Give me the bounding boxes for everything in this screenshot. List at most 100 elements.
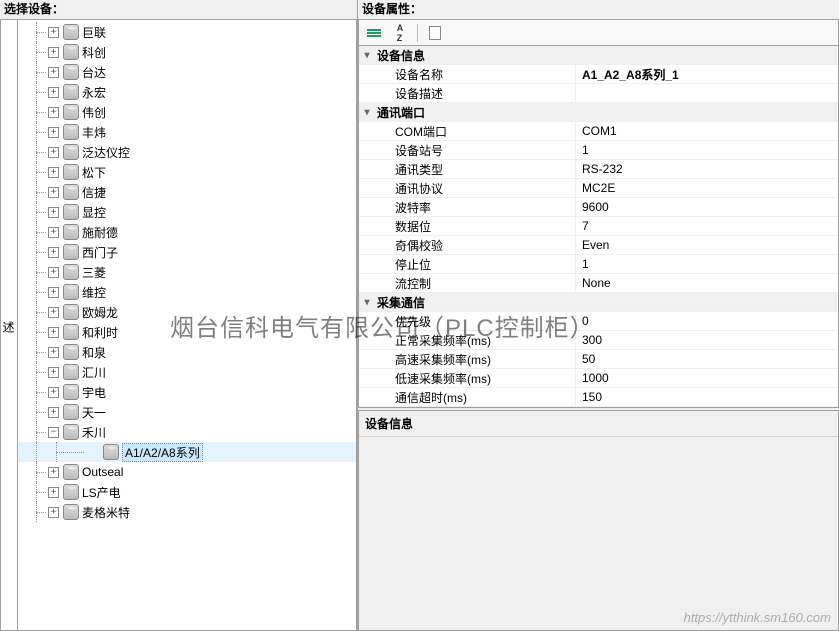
tree-node-vendor[interactable]: +伟创 — [18, 102, 356, 122]
device-group-icon — [63, 364, 79, 380]
expand-icon[interactable]: + — [48, 67, 59, 78]
property-group-header[interactable]: ▾设备信息 — [359, 46, 838, 65]
property-row[interactable]: COM端口COM1 — [359, 122, 838, 141]
expand-icon[interactable]: + — [48, 347, 59, 358]
property-value[interactable]: RS-232 — [575, 160, 838, 178]
property-row[interactable]: 数据位7 — [359, 217, 838, 236]
tree-node-vendor[interactable]: +信捷 — [18, 182, 356, 202]
expand-icon[interactable]: + — [48, 387, 59, 398]
property-row[interactable]: 高速采集频率(ms)50 — [359, 350, 838, 369]
property-value[interactable]: 0 — [575, 312, 838, 330]
property-value[interactable]: Even — [575, 236, 838, 254]
tree-node-label: 松下 — [82, 164, 106, 181]
collapse-icon[interactable]: − — [48, 427, 59, 438]
property-group-header[interactable]: ▾采集通信 — [359, 293, 838, 312]
expand-icon[interactable]: + — [48, 247, 59, 258]
expand-icon[interactable]: + — [48, 307, 59, 318]
expand-icon[interactable]: + — [48, 287, 59, 298]
property-value[interactable] — [575, 84, 838, 102]
expand-icon[interactable]: + — [48, 27, 59, 38]
expand-icon[interactable]: + — [48, 87, 59, 98]
expand-icon[interactable]: + — [48, 187, 59, 198]
tree-node-vendor[interactable]: +LS产电 — [18, 482, 356, 502]
property-row[interactable]: 正常采集频率(ms)300 — [359, 331, 838, 350]
tree-node-vendor[interactable]: +天一 — [18, 402, 356, 422]
property-value[interactable]: 150 — [575, 388, 838, 406]
expand-icon[interactable]: + — [48, 267, 59, 278]
property-row[interactable]: 优先级0 — [359, 312, 838, 331]
property-pages-button[interactable] — [424, 23, 446, 43]
expand-icon[interactable]: + — [48, 367, 59, 378]
collapse-icon[interactable]: ▾ — [359, 107, 375, 118]
property-value[interactable]: 1000 — [575, 369, 838, 387]
property-row[interactable]: 停止位1 — [359, 255, 838, 274]
property-value[interactable]: 300 — [575, 331, 838, 349]
expand-icon[interactable]: + — [48, 207, 59, 218]
tree-node-vendor[interactable]: +丰炜 — [18, 122, 356, 142]
expand-icon[interactable]: + — [48, 47, 59, 58]
property-row[interactable]: 通讯协议MC2E — [359, 179, 838, 198]
collapse-icon[interactable]: ▾ — [359, 50, 375, 61]
expand-icon[interactable]: + — [48, 507, 59, 518]
property-row[interactable]: 奇偶校验Even — [359, 236, 838, 255]
property-row[interactable]: 设备描述 — [359, 84, 838, 103]
expand-icon[interactable]: + — [48, 107, 59, 118]
tree-node-vendor[interactable]: +台达 — [18, 62, 356, 82]
tree-node-vendor[interactable]: +显控 — [18, 202, 356, 222]
expand-icon[interactable]: + — [48, 127, 59, 138]
property-value[interactable]: MC2E — [575, 179, 838, 197]
property-value[interactable]: A1_A2_A8系列_1 — [575, 65, 838, 83]
tree-node-vendor[interactable]: +和泉 — [18, 342, 356, 362]
tree-node-vendor[interactable]: +泛达仪控 — [18, 142, 356, 162]
tree-node-vendor[interactable]: +施耐德 — [18, 222, 356, 242]
tree-node-vendor[interactable]: +Outseal — [18, 462, 356, 482]
expand-icon[interactable]: + — [48, 227, 59, 238]
property-row[interactable]: 低速采集频率(ms)1000 — [359, 369, 838, 388]
tree-node-vendor[interactable]: +巨联 — [18, 22, 356, 42]
property-group-header[interactable]: ▾通讯端口 — [359, 103, 838, 122]
device-tree[interactable]: +巨联+科创+台达+永宏+伟创+丰炜+泛达仪控 + 松下+信捷+显控+施耐德+西门子… — [18, 19, 357, 631]
side-tab[interactable]: 述 — [0, 19, 18, 631]
tree-node-device[interactable]: A1/A2/A8系列 — [18, 442, 356, 462]
property-row[interactable]: 通信超时(ms)150 — [359, 388, 838, 407]
tree-node-vendor[interactable]: + 三菱 — [18, 262, 356, 282]
property-value[interactable]: None — [575, 274, 838, 292]
device-group-icon — [63, 184, 79, 200]
tree-node-vendor[interactable]: +维控 — [18, 282, 356, 302]
property-row[interactable]: 波特率9600 — [359, 198, 838, 217]
property-value[interactable]: 7 — [575, 217, 838, 235]
categorize-button[interactable] — [363, 23, 385, 43]
device-group-icon — [63, 64, 79, 80]
device-group-icon — [63, 244, 79, 260]
property-value[interactable]: 9600 — [575, 198, 838, 216]
property-row[interactable]: 通讯类型RS-232 — [359, 160, 838, 179]
expand-icon[interactable]: + — [48, 487, 59, 498]
expand-icon[interactable]: + — [48, 407, 59, 418]
tree-node-vendor[interactable]: +宇电 — [18, 382, 356, 402]
property-row[interactable]: 设备名称A1_A2_A8系列_1 — [359, 65, 838, 84]
property-row[interactable]: 设备站号1 — [359, 141, 838, 160]
tree-node-vendor[interactable]: +科创 — [18, 42, 356, 62]
tree-node-label: 三菱 — [82, 264, 106, 281]
tree-node-vendor[interactable]: +麦格米特 — [18, 502, 356, 522]
device-group-icon — [63, 484, 79, 500]
alpha-sort-button[interactable]: AZ — [389, 23, 411, 43]
expand-icon[interactable]: + — [48, 467, 59, 478]
tree-node-vendor[interactable]: +西门子 — [18, 242, 356, 262]
tree-node-vendor[interactable]: +永宏 — [18, 82, 356, 102]
tree-node-vendor[interactable]: + 松下 — [18, 162, 356, 182]
collapse-icon[interactable]: ▾ — [359, 297, 375, 308]
expand-icon[interactable]: + — [48, 327, 59, 338]
property-row[interactable]: 流控制None — [359, 274, 838, 293]
property-value[interactable]: 1 — [575, 255, 838, 273]
property-value[interactable]: COM1 — [575, 122, 838, 140]
property-grid[interactable]: ▾设备信息设备名称A1_A2_A8系列_1设备描述▾通讯端口COM端口COM1设… — [358, 45, 839, 408]
property-value[interactable]: 1 — [575, 141, 838, 159]
property-value[interactable]: 50 — [575, 350, 838, 368]
tree-node-vendor[interactable]: −禾川 — [18, 422, 356, 442]
expand-icon[interactable]: + — [48, 147, 59, 158]
tree-node-vendor[interactable]: +欧姆龙 — [18, 302, 356, 322]
tree-node-vendor[interactable]: +汇川 — [18, 362, 356, 382]
expand-icon[interactable]: + — [48, 167, 59, 178]
tree-node-vendor[interactable]: +和利时 — [18, 322, 356, 342]
